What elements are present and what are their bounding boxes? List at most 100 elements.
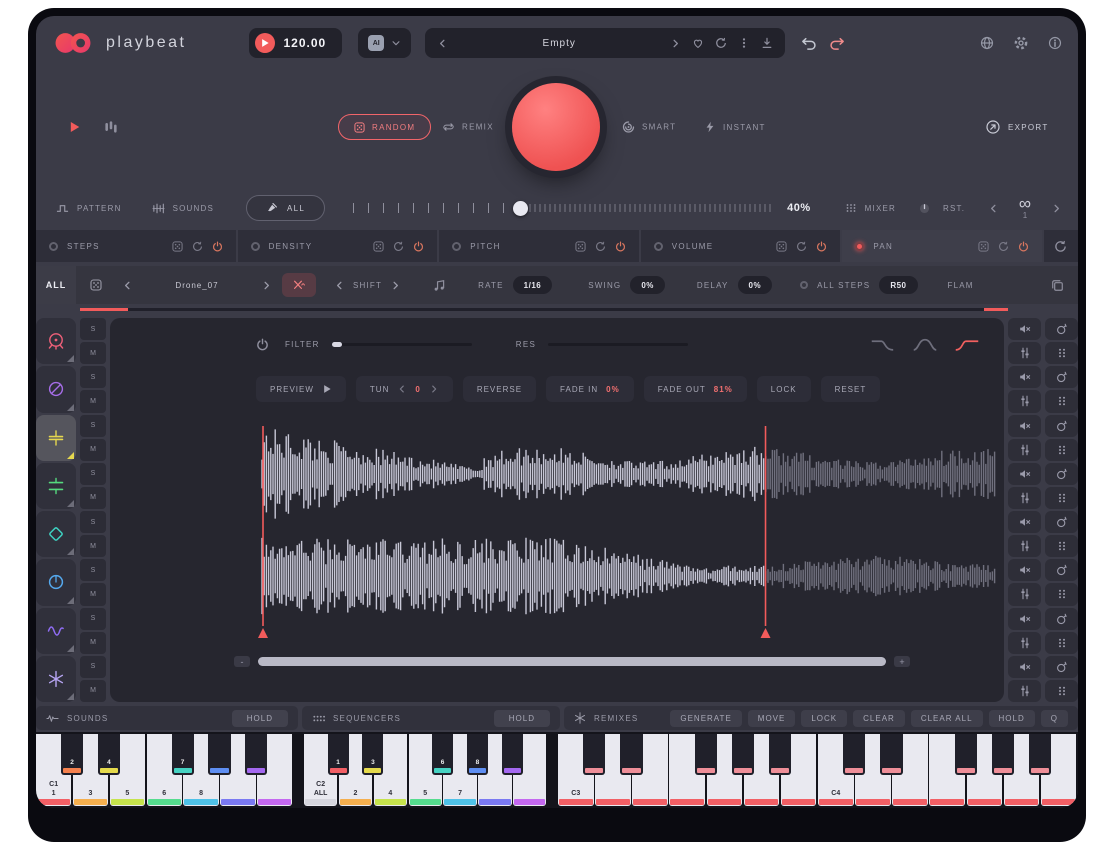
tempo-play-button[interactable] bbox=[255, 33, 275, 53]
tune-up-button[interactable] bbox=[429, 384, 439, 394]
sequencers-hold-button[interactable]: HOLD bbox=[494, 710, 550, 727]
shift-left-button[interactable] bbox=[334, 280, 345, 291]
clear-button[interactable]: CLEAR bbox=[853, 710, 905, 727]
black-key[interactable] bbox=[695, 734, 717, 775]
preset-name[interactable]: Empty bbox=[459, 38, 659, 49]
highpass-filter-button[interactable] bbox=[954, 337, 980, 352]
mute-button[interactable]: M bbox=[80, 535, 106, 557]
pad-mute-button[interactable] bbox=[1008, 656, 1041, 678]
black-key[interactable] bbox=[769, 734, 791, 775]
pad-fx-wave[interactable] bbox=[36, 608, 76, 654]
ai-menu-button[interactable]: AI bbox=[358, 28, 411, 58]
mute-button[interactable]: M bbox=[80, 342, 106, 364]
pad-sliders-button[interactable] bbox=[1008, 439, 1041, 461]
slider-knob[interactable] bbox=[513, 201, 528, 216]
pad-kick[interactable] bbox=[36, 318, 76, 364]
pad-bomb-button[interactable] bbox=[1045, 366, 1078, 388]
black-key[interactable]: 2 bbox=[61, 734, 83, 775]
pad-mute-button[interactable] bbox=[1008, 415, 1041, 437]
preset-prev-button[interactable] bbox=[437, 38, 448, 49]
zoom-out-button[interactable]: - bbox=[234, 656, 250, 667]
pad-mute-button[interactable] bbox=[1008, 366, 1041, 388]
solo-button[interactable]: S bbox=[80, 415, 106, 437]
copy-button[interactable] bbox=[1051, 279, 1064, 292]
black-key[interactable] bbox=[880, 734, 902, 775]
black-key[interactable]: 7 bbox=[172, 734, 194, 775]
global-amount-slider[interactable] bbox=[353, 197, 771, 219]
rate-value[interactable]: 1/16 bbox=[513, 276, 553, 294]
loop-next-button[interactable] bbox=[1051, 203, 1062, 214]
pad-grid-button[interactable] bbox=[1045, 632, 1078, 654]
all-pads-toggle[interactable]: ALL bbox=[246, 195, 325, 221]
solo-button[interactable]: S bbox=[80, 559, 106, 581]
pattern-tab[interactable]: PATTERN bbox=[56, 202, 122, 215]
pad-mute-button[interactable] bbox=[1008, 559, 1041, 581]
info-button[interactable] bbox=[1048, 36, 1062, 50]
pad-bomb-button[interactable] bbox=[1045, 318, 1078, 340]
pad-mute-button[interactable] bbox=[1008, 511, 1041, 533]
sample-edit-toggle[interactable] bbox=[282, 273, 316, 297]
pad-grid-button[interactable] bbox=[1045, 390, 1078, 412]
generate-button[interactable]: GENERATE bbox=[670, 710, 741, 727]
transport-play-button[interactable] bbox=[68, 121, 81, 134]
smart-button[interactable]: SMART bbox=[622, 121, 676, 134]
tune-control[interactable]: TUN 0 bbox=[356, 376, 453, 402]
fade-out-control[interactable]: FADE OUT 81% bbox=[644, 376, 747, 402]
pad-bomb-button[interactable] bbox=[1045, 559, 1078, 581]
black-key[interactable]: 4 bbox=[98, 734, 120, 775]
tab-pan[interactable]: PAN bbox=[842, 230, 1042, 262]
remix-lock-button[interactable]: LOCK bbox=[801, 710, 847, 727]
move-button[interactable]: MOVE bbox=[748, 710, 796, 727]
pad-grid-button[interactable] bbox=[1045, 487, 1078, 509]
sample-name[interactable]: Drone_07 bbox=[133, 281, 261, 290]
lock-button[interactable]: LOCK bbox=[757, 376, 811, 402]
black-key[interactable]: 8 bbox=[467, 734, 488, 775]
random-button[interactable]: RANDOM bbox=[338, 114, 431, 140]
randomize-sample-button[interactable] bbox=[90, 279, 102, 291]
delay-value[interactable]: 0% bbox=[738, 276, 773, 294]
pad-percussion[interactable] bbox=[36, 511, 76, 557]
filter-slider[interactable] bbox=[332, 343, 472, 346]
pad-sliders-button[interactable] bbox=[1008, 342, 1041, 364]
tab-density[interactable]: DENSITY bbox=[238, 230, 438, 262]
pad-bomb-button[interactable] bbox=[1045, 415, 1078, 437]
remix-hold-button[interactable]: HOLD bbox=[989, 710, 1035, 727]
tab-volume[interactable]: VOLUME bbox=[641, 230, 841, 262]
tab-steps[interactable]: STEPS bbox=[36, 230, 236, 262]
save-preset-button[interactable] bbox=[761, 37, 773, 49]
reset-knob[interactable] bbox=[918, 202, 931, 215]
pad-bomb-button[interactable] bbox=[1045, 511, 1078, 533]
notes-icon[interactable] bbox=[433, 279, 446, 292]
pad-shaker[interactable] bbox=[36, 656, 76, 702]
all-steps-radio[interactable] bbox=[800, 281, 808, 289]
mute-button[interactable]: M bbox=[80, 439, 106, 461]
preview-button[interactable]: PREVIEW bbox=[256, 376, 346, 402]
waveform-display[interactable] bbox=[110, 418, 1004, 646]
zoom-in-button[interactable]: + bbox=[894, 656, 910, 667]
clear-all-button[interactable]: CLEAR ALL bbox=[911, 710, 983, 727]
pad-sliders-button[interactable] bbox=[1008, 487, 1041, 509]
black-key[interactable] bbox=[208, 734, 230, 775]
mute-button[interactable]: M bbox=[80, 583, 106, 605]
preset-menu-button[interactable] bbox=[738, 37, 750, 49]
pad-grid-button[interactable] bbox=[1045, 535, 1078, 557]
mute-button[interactable]: M bbox=[80, 680, 106, 702]
reverse-button[interactable]: REVERSE bbox=[463, 376, 536, 402]
export-button[interactable]: EXPORT bbox=[986, 120, 1049, 134]
pad-bomb-button[interactable] bbox=[1045, 608, 1078, 630]
pad-grid-button[interactable] bbox=[1045, 439, 1078, 461]
pad-tom[interactable] bbox=[36, 559, 76, 605]
black-key[interactable] bbox=[583, 734, 605, 775]
pad-sliders-button[interactable] bbox=[1008, 390, 1041, 412]
black-key[interactable] bbox=[732, 734, 754, 775]
black-key[interactable]: 1 bbox=[328, 734, 349, 775]
lowpass-filter-button[interactable] bbox=[870, 337, 896, 352]
black-key[interactable]: 6 bbox=[432, 734, 453, 775]
bpm-value[interactable]: 120.00 bbox=[284, 36, 327, 50]
loop-region-bar[interactable] bbox=[80, 308, 1008, 311]
preset-next-button[interactable] bbox=[670, 38, 681, 49]
randomize-all-button[interactable] bbox=[1044, 230, 1078, 262]
sounds-tab[interactable]: SOUNDS bbox=[152, 202, 214, 215]
pad-sliders-button[interactable] bbox=[1008, 535, 1041, 557]
pad-grid-button[interactable] bbox=[1045, 583, 1078, 605]
